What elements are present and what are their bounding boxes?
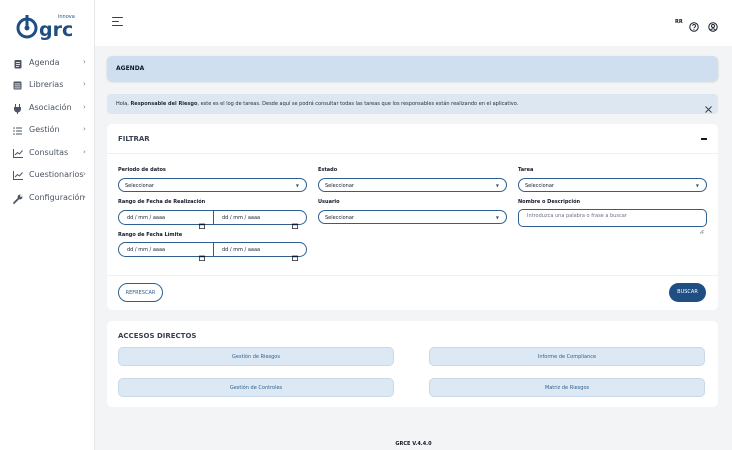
refresh-button[interactable]: REFRESCAR bbox=[118, 283, 163, 302]
usuario-select[interactable]: Seleccionar ▼ bbox=[318, 210, 507, 224]
usuario-label: Usuario bbox=[318, 199, 340, 205]
fecha-limite-desde-input[interactable]: dd / mm / aaaa bbox=[119, 243, 213, 261]
sidebar-item-agenda[interactable]: Agenda › bbox=[0, 55, 95, 73]
resize-grip-icon[interactable] bbox=[699, 219, 704, 234]
shortcut-gestion-controles[interactable]: Gestión de Controles bbox=[118, 378, 394, 397]
sidebar-item-label: Gestión bbox=[29, 125, 60, 134]
caret-down-icon: ▼ bbox=[495, 183, 499, 188]
shortcut-informe-compliance[interactable]: Informe de Compliance bbox=[429, 347, 705, 366]
agenda-title-bar: AGENDA bbox=[107, 56, 718, 81]
calendar-icon[interactable] bbox=[292, 246, 298, 261]
calendar-icon[interactable] bbox=[292, 214, 298, 229]
shortcuts-title: ACCESOS DIRECTOS bbox=[118, 332, 197, 340]
periodo-select[interactable]: Seleccionar ▼ bbox=[118, 178, 307, 192]
sidebar-item-label: Librerias bbox=[29, 80, 64, 89]
info-message: Hola, Responsable del Riesgo, este es el… bbox=[116, 101, 519, 107]
filter-card: FILTRAR Periodo de datos Seleccionar ▼ E… bbox=[107, 124, 718, 310]
shortcut-gestion-riesgos[interactable]: Gestión de Riesgos bbox=[118, 347, 394, 366]
caret-down-icon: ▼ bbox=[295, 183, 299, 188]
sidebar-item-consultas[interactable]: Consultas › bbox=[0, 145, 95, 163]
chevron-right-icon: › bbox=[83, 80, 86, 88]
caret-down-icon: ▼ bbox=[695, 183, 699, 188]
chevron-right-icon: › bbox=[83, 58, 86, 66]
estado-select[interactable]: Seleccionar ▼ bbox=[318, 178, 507, 192]
sidebar-item-configuracion[interactable]: Configuración › bbox=[0, 190, 95, 208]
search-button[interactable]: BUSCAR bbox=[669, 283, 706, 302]
sidebar-item-label: Configuración bbox=[29, 193, 85, 202]
hamburger-menu-icon[interactable] bbox=[112, 17, 123, 27]
fecha-limite-hasta-input[interactable]: dd / mm / aaaa bbox=[214, 243, 306, 261]
shortcuts-card: ACCESOS DIRECTOS Gestión de Riesgos Info… bbox=[107, 321, 718, 407]
close-icon[interactable] bbox=[704, 99, 713, 113]
tarea-select[interactable]: Seleccionar ▼ bbox=[518, 178, 707, 192]
sidebar-item-label: Agenda bbox=[29, 58, 60, 67]
clipboard-icon bbox=[12, 58, 23, 69]
chart-icon bbox=[12, 170, 23, 181]
chevron-right-icon: › bbox=[83, 170, 86, 178]
collapse-icon[interactable] bbox=[701, 138, 707, 140]
sidebar-item-asociacion[interactable]: Asociación › bbox=[0, 100, 95, 118]
sidebar-item-label: Cuestionarios bbox=[29, 170, 84, 179]
caret-down-icon: ▼ bbox=[495, 215, 499, 220]
rango-limite-range: dd / mm / aaaa dd / mm / aaaa bbox=[118, 242, 307, 261]
sidebar-item-label: Consultas bbox=[29, 148, 69, 157]
fecha-realizacion-desde-input[interactable]: dd / mm / aaaa bbox=[119, 211, 213, 229]
nombre-textarea[interactable]: Introduzca una palabra o frase a buscar bbox=[518, 209, 707, 234]
sidebar-item-librerias[interactable]: Librerias › bbox=[0, 77, 95, 95]
brand-tagline: innova bbox=[58, 14, 75, 20]
chevron-right-icon: › bbox=[83, 103, 86, 111]
app-version: GRCE V.4.4.0 bbox=[395, 441, 432, 447]
nombre-label: Nombre o Descripción bbox=[518, 199, 581, 205]
list-icon bbox=[12, 125, 23, 136]
periodo-label: Periodo de datos bbox=[118, 167, 166, 173]
sidebar: grc innova Agenda › Librerias › Asociaci… bbox=[0, 0, 95, 450]
shortcut-matriz-riesgos[interactable]: Matriz de Riesgos bbox=[429, 378, 705, 397]
library-icon bbox=[12, 80, 23, 91]
chevron-right-icon: › bbox=[83, 193, 86, 201]
rango-realizacion-range: dd / mm / aaaa dd / mm / aaaa bbox=[118, 210, 307, 229]
chevron-right-icon: › bbox=[83, 125, 86, 133]
sidebar-item-cuestionarios[interactable]: Cuestionarios › bbox=[0, 167, 95, 185]
calendar-icon[interactable] bbox=[199, 246, 205, 261]
sidebar-item-gestion[interactable]: Gestión › bbox=[0, 122, 95, 140]
rango-limite-label: Rango de Fecha Límite bbox=[118, 232, 183, 238]
calendar-icon[interactable] bbox=[199, 214, 205, 229]
estado-label: Estado bbox=[318, 167, 338, 173]
info-banner: Hola, Responsable del Riesgo, este es el… bbox=[107, 94, 718, 114]
tarea-label: Tarea bbox=[518, 167, 534, 173]
brand-logo[interactable]: grc innova bbox=[16, 12, 78, 40]
plug-icon bbox=[12, 103, 23, 114]
rango-realizacion-label: Rango de Fecha de Realización bbox=[118, 199, 206, 205]
top-header: RR bbox=[95, 0, 732, 46]
chevron-right-icon: › bbox=[83, 148, 86, 156]
sidebar-item-label: Asociación bbox=[29, 103, 72, 112]
page-title: AGENDA bbox=[116, 65, 145, 72]
wrench-icon bbox=[12, 193, 23, 204]
help-circle-icon[interactable] bbox=[689, 17, 699, 32]
info-role: Responsable del Riesgo bbox=[130, 101, 198, 107]
user-circle-icon[interactable] bbox=[708, 17, 718, 32]
filter-title: FILTRAR bbox=[118, 135, 150, 143]
user-initials[interactable]: RR bbox=[675, 19, 683, 25]
chart-icon bbox=[12, 148, 23, 159]
brand-wordmark: grc bbox=[39, 19, 73, 40]
fecha-realizacion-hasta-input[interactable]: dd / mm / aaaa bbox=[214, 211, 306, 229]
